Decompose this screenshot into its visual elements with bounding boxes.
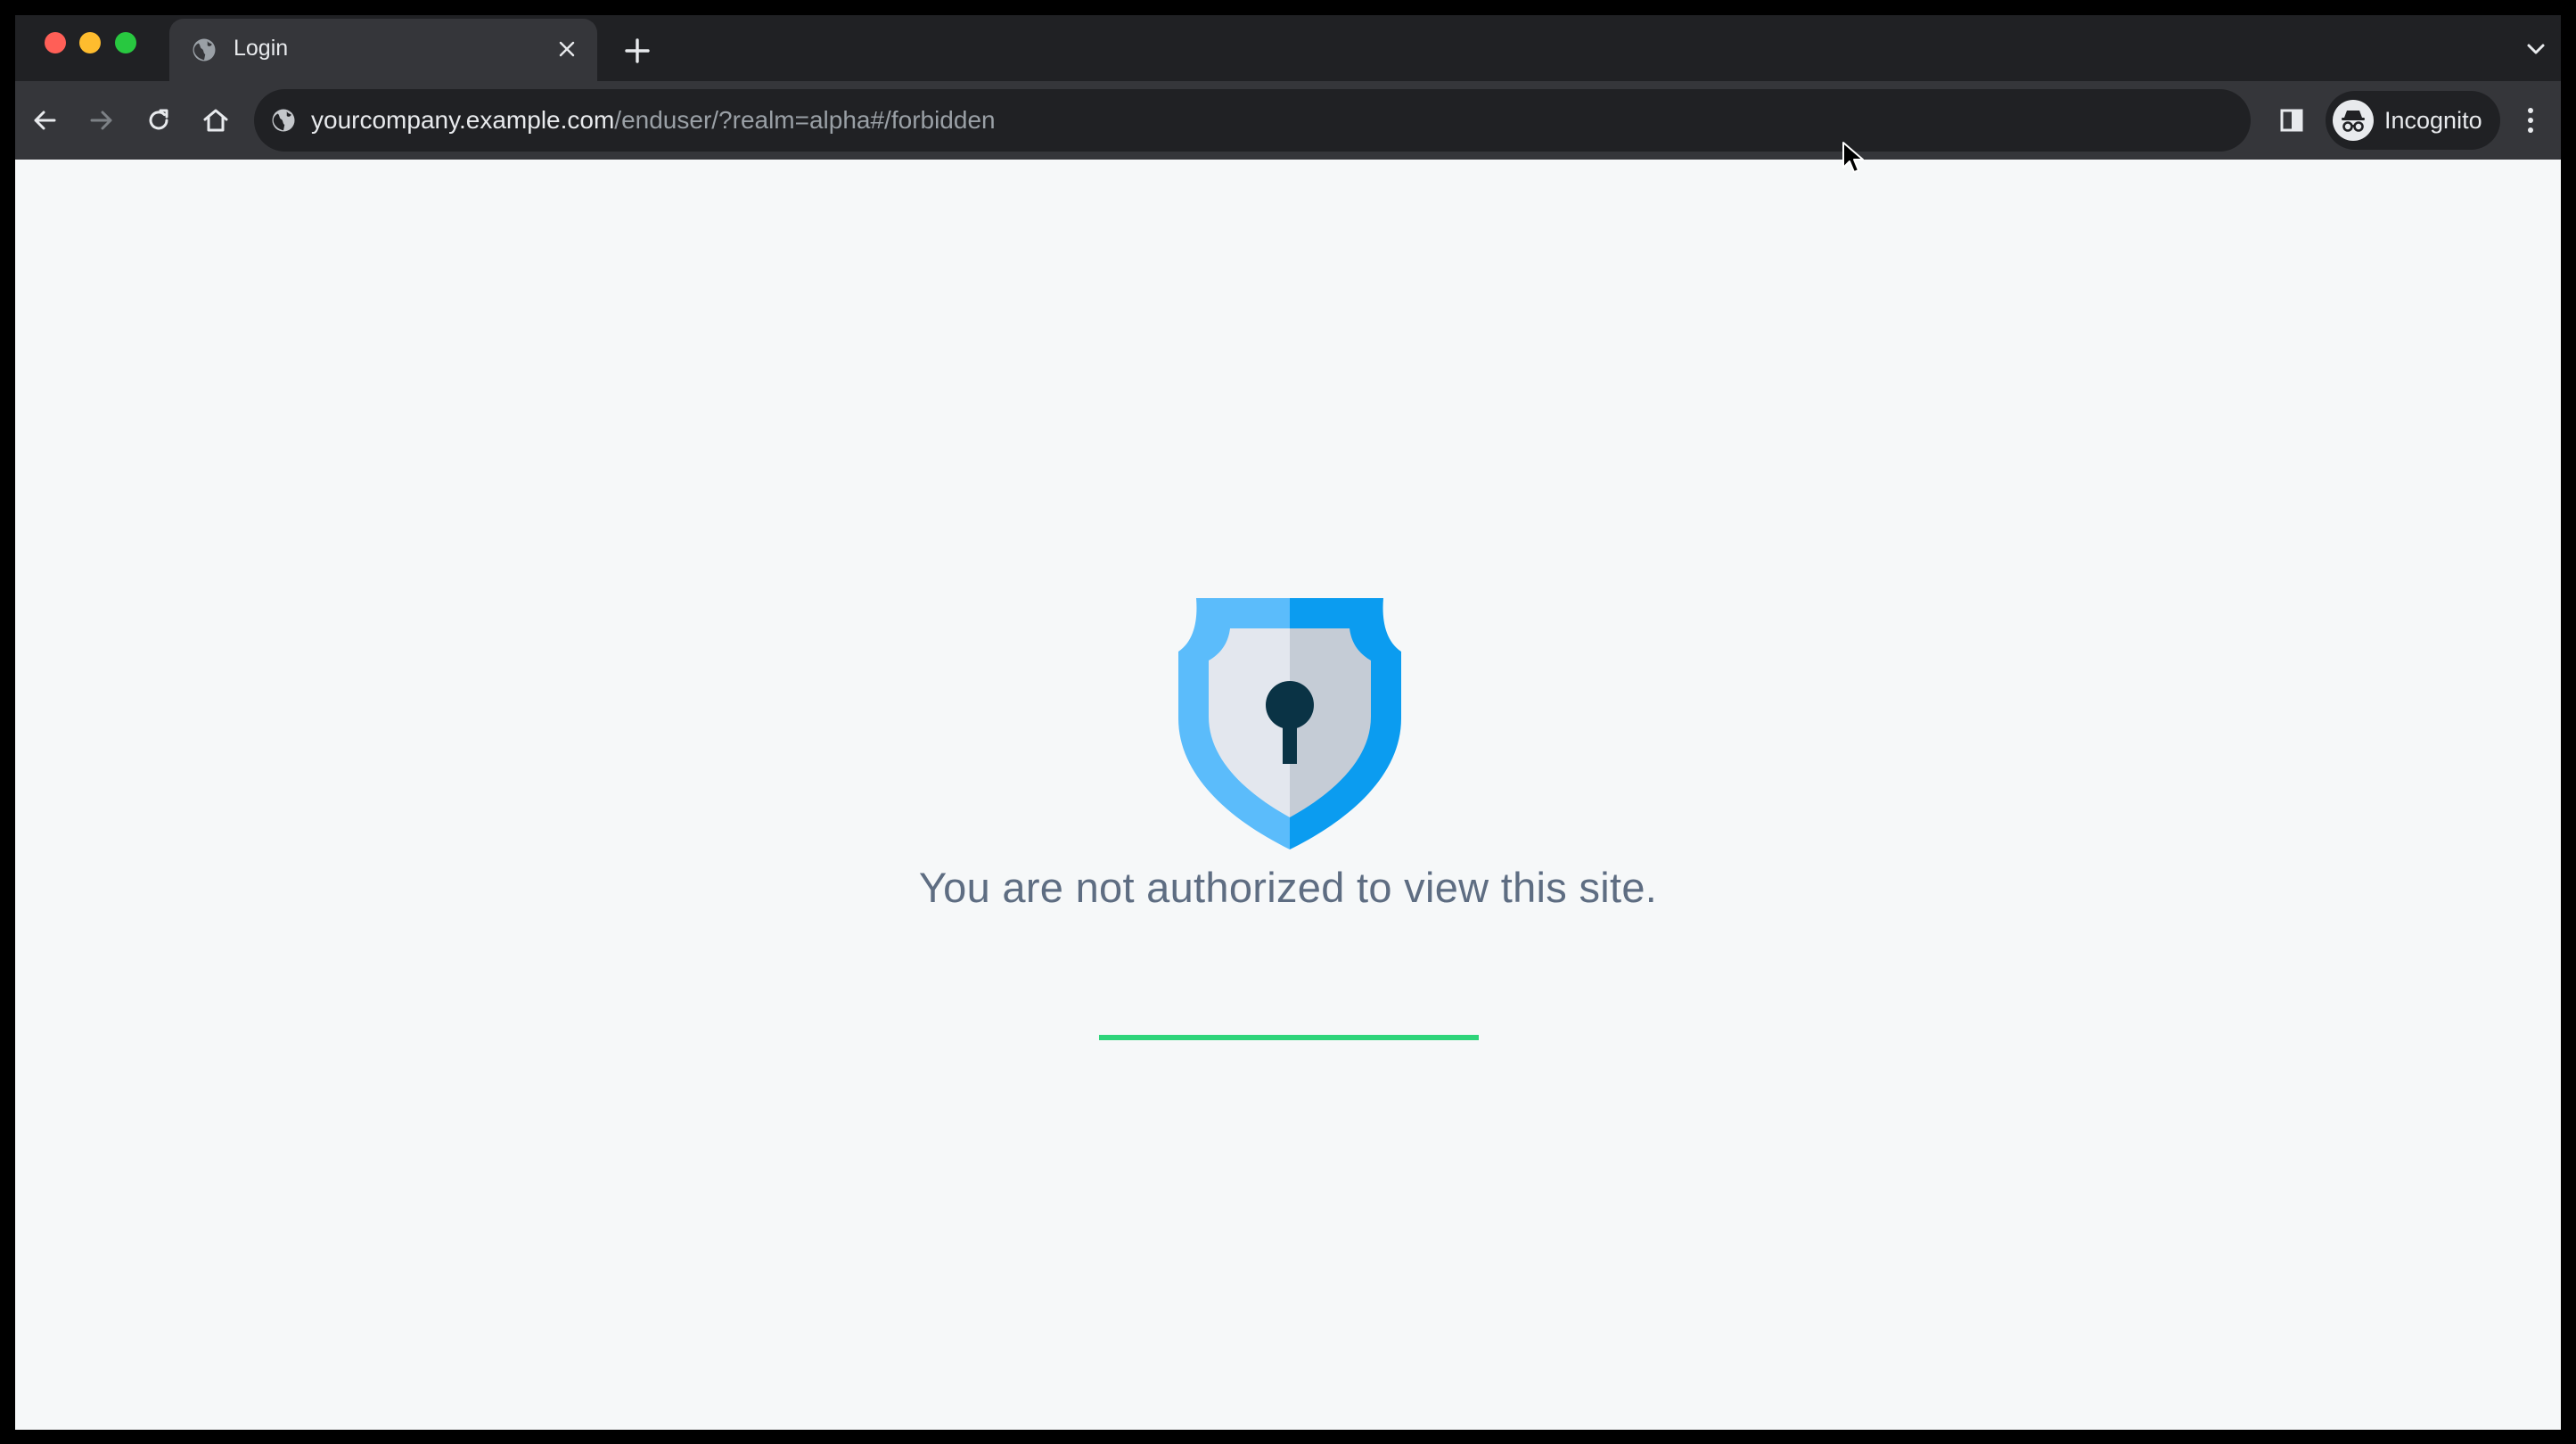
close-window-button[interactable] <box>45 32 66 53</box>
incognito-label: Incognito <box>2384 107 2482 134</box>
browser-toolbar: yourcompany.example.com/enduser/?realm=a… <box>15 81 2561 160</box>
side-panel-icon[interactable] <box>2272 101 2311 140</box>
mouse-cursor-icon <box>1842 142 1864 173</box>
new-tab-icon[interactable] <box>621 35 653 67</box>
home-icon[interactable] <box>195 100 236 141</box>
tab-strip: Login <box>15 15 2561 90</box>
page-content: You are not authorized to view this site… <box>15 160 2561 1430</box>
maximize-window-button[interactable] <box>115 32 136 53</box>
loading-progress-fill <box>1099 1035 1479 1040</box>
more-menu-icon[interactable] <box>2511 101 2550 140</box>
tab-search-chevron-icon[interactable] <box>2522 35 2550 63</box>
incognito-profile-button[interactable]: Incognito <box>2326 91 2500 150</box>
address-bar[interactable]: yourcompany.example.com/enduser/?realm=a… <box>254 89 2251 152</box>
minimize-window-button[interactable] <box>79 32 101 53</box>
forward-arrow-icon[interactable] <box>81 100 122 141</box>
close-tab-icon[interactable] <box>553 35 581 63</box>
tab-login[interactable]: Login <box>169 19 597 90</box>
browser-window: Login yourcompany.example.com/enduser/?r… <box>15 15 2561 1430</box>
tab-title: Login <box>234 36 289 61</box>
back-arrow-icon[interactable] <box>24 100 65 141</box>
url-host: yourcompany.example.com <box>311 106 615 134</box>
site-info-globe-icon[interactable] <box>270 107 297 134</box>
url-text: yourcompany.example.com/enduser/?realm=a… <box>311 106 996 135</box>
shield-keyhole-icon <box>1178 598 1401 849</box>
not-authorized-message: You are not authorized to view this site… <box>918 864 1658 911</box>
incognito-icon <box>2333 100 2374 141</box>
url-path: /enduser/?realm=alpha#/forbidden <box>614 106 996 134</box>
globe-icon <box>191 37 217 63</box>
loading-progress-bar <box>1099 1035 1479 1040</box>
reload-icon[interactable] <box>138 100 179 141</box>
